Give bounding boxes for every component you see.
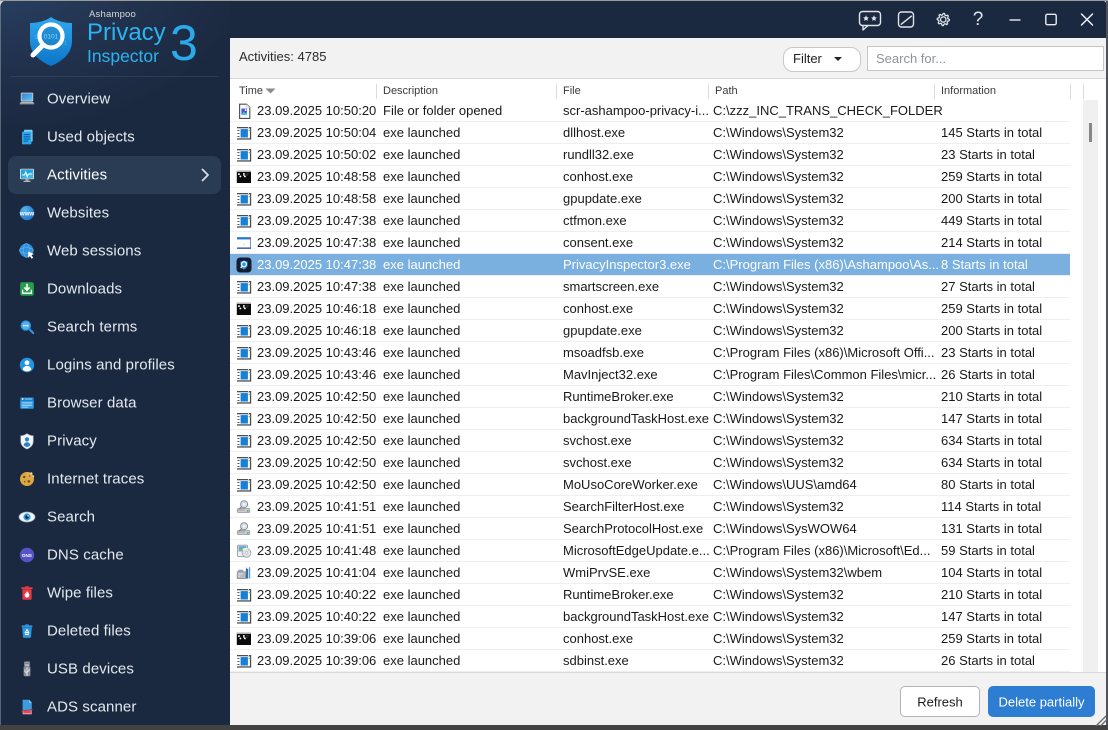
svg-text:www: www [19, 210, 35, 217]
svg-text:0101: 0101 [44, 34, 59, 41]
svg-text:DNS: DNS [22, 553, 32, 558]
